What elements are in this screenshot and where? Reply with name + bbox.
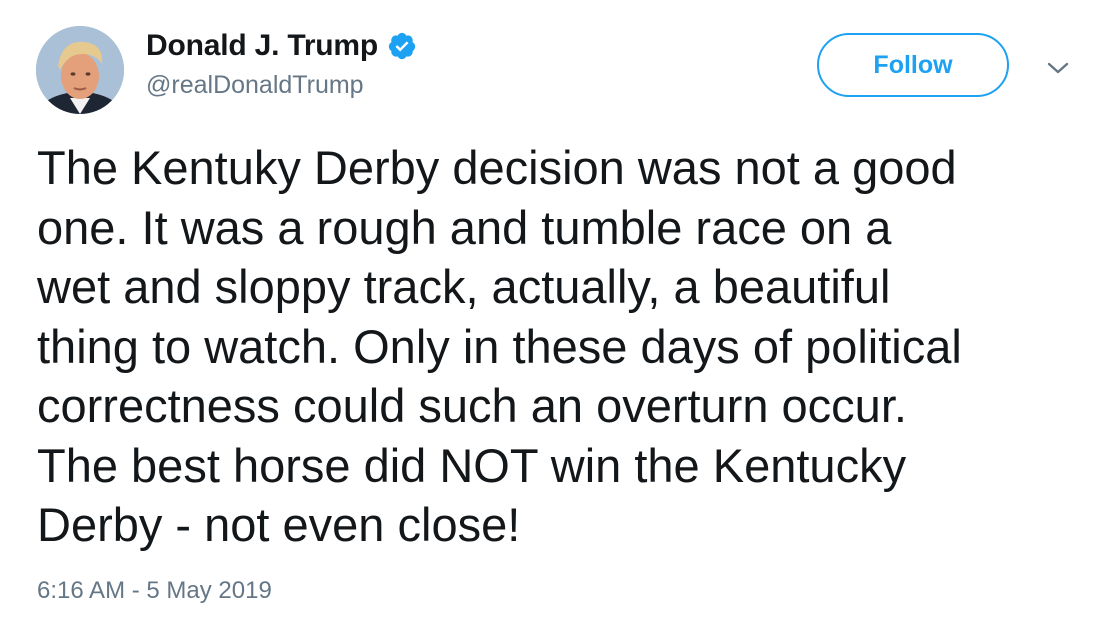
user-info: Donald J. Trump @realDonaldTrump: [146, 24, 417, 100]
tweet-text-line: The Kentuky Derby decision was not a goo…: [37, 141, 957, 194]
tweet-card: Donald J. Trump @realDonaldTrump Follow …: [0, 0, 1100, 626]
avatar[interactable]: [36, 26, 124, 114]
tweet-text-line: correctness could such an overturn occur…: [37, 379, 907, 432]
user-handle[interactable]: @realDonaldTrump: [146, 71, 417, 100]
profile-photo-icon: [36, 26, 124, 114]
chevron-down-icon[interactable]: [1044, 58, 1072, 78]
tweet-text: The Kentuky Derby decision was not a goo…: [37, 138, 1087, 555]
name-row: Donald J. Trump: [146, 24, 417, 68]
display-name[interactable]: Donald J. Trump: [146, 29, 378, 63]
tweet-text-line: The best horse did NOT win the Kentucky: [37, 438, 907, 492]
tweet-text-line: one. It was a rough and tumble race on a: [37, 200, 892, 254]
tweet-text-line: wet and sloppy track, actually, a beauti…: [37, 260, 891, 313]
tweet-text-line: thing to watch. Only in these days of po…: [37, 319, 962, 373]
tweet-text-line: Derby - not even close!: [37, 498, 521, 551]
follow-button[interactable]: Follow: [817, 33, 1009, 97]
verified-badge-icon: [387, 31, 417, 61]
tweet-timestamp[interactable]: 6:16 AM - 5 May 2019: [37, 577, 272, 605]
